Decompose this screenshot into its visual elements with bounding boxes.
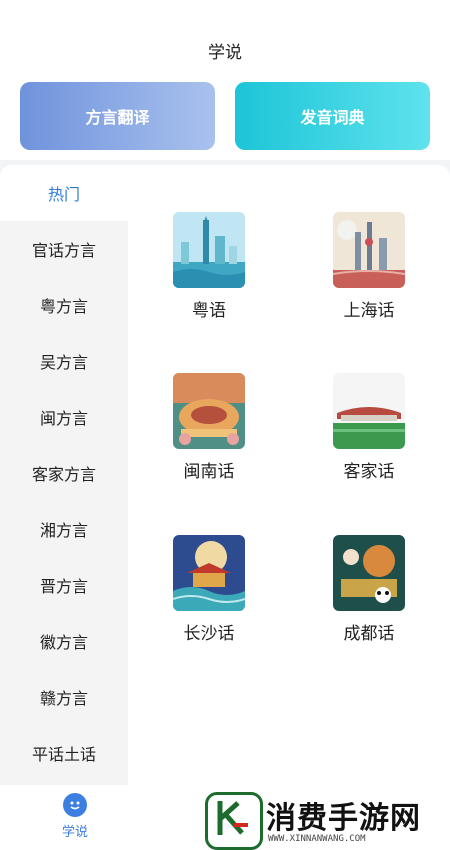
- sidebar-item-jin[interactable]: 晋方言: [0, 557, 128, 613]
- chat-smile-icon: [63, 793, 87, 817]
- dictionary-button-label: 发音词典: [300, 108, 365, 127]
- tulou-image: [173, 373, 245, 449]
- sidebar-item-label: 官话方言: [31, 241, 96, 260]
- sidebar-item-label: 客家方言: [31, 465, 96, 484]
- sidebar-item-label: 赣方言: [39, 689, 88, 708]
- dialect-card-changsha[interactable]: 长沙话: [154, 535, 264, 644]
- watermark-logo-icon: [205, 792, 263, 850]
- sidebar-item-label: 晋方言: [39, 577, 88, 596]
- translate-button[interactable]: 方言翻译: [20, 82, 215, 150]
- dialect-label: 成都话: [343, 624, 395, 644]
- sidebar-item-yue[interactable]: 粤方言: [0, 277, 128, 333]
- dialect-label: 上海话: [343, 301, 395, 321]
- pronunciation-dictionary-button[interactable]: 发音词典: [235, 82, 430, 150]
- dialect-card-chengdu[interactable]: 成都话: [314, 535, 424, 644]
- shanghai-skyline-image: [333, 212, 405, 288]
- tab-learn[interactable]: 学说: [50, 793, 100, 840]
- sidebar-item-label: 热门: [47, 185, 80, 204]
- guangzhou-skyline-image: [173, 212, 245, 288]
- sidebar-item-label: 闽方言: [39, 409, 88, 428]
- page-title: 学说: [208, 43, 242, 63]
- sidebar: 热门 官话方言 粤方言 吴方言 闽方言 客家方言 湘方言 晋方言 徽方言 赣方言…: [0, 165, 128, 785]
- watermark-url: WWW.XINNANWANG.COM: [268, 834, 366, 844]
- sidebar-item-hakka[interactable]: 客家方言: [0, 445, 128, 501]
- sidebar-item-label: 吴方言: [39, 353, 88, 372]
- sidebar-item-label: 湘方言: [39, 521, 88, 540]
- dialect-card-shanghainese[interactable]: 上海话: [314, 212, 424, 321]
- dialect-label: 客家话: [343, 462, 395, 482]
- panda-opera-image: [333, 535, 405, 611]
- tab-label: 学说: [61, 825, 88, 840]
- pavilion-image: [173, 535, 245, 611]
- dialect-card-hakka[interactable]: 客家话: [314, 373, 424, 482]
- dialect-card-minnan[interactable]: 闽南话: [154, 373, 264, 482]
- sidebar-item-wu[interactable]: 吴方言: [0, 333, 128, 389]
- sidebar-item-gan[interactable]: 赣方言: [0, 669, 128, 725]
- sidebar-item-xiang[interactable]: 湘方言: [0, 501, 128, 557]
- sidebar-item-label: 平话土话: [31, 745, 96, 764]
- header: 学说 方言翻译 发音词典: [0, 0, 450, 160]
- dialect-label: 粤语: [192, 301, 226, 321]
- sidebar-item-min[interactable]: 闽方言: [0, 389, 128, 445]
- sidebar-item-mandarin[interactable]: 官话方言: [0, 221, 128, 277]
- watermark-title: 消费手游网: [266, 801, 421, 836]
- sidebar-item-label: 徽方言: [39, 633, 88, 652]
- sidebar-item-hui[interactable]: 徽方言: [0, 613, 128, 669]
- sidebar-item-pinghua[interactable]: 平话土话: [0, 725, 128, 781]
- sidebar-item-label: 粤方言: [39, 297, 88, 316]
- dialect-card-cantonese[interactable]: 粤语: [154, 212, 264, 321]
- sidebar-item-hot[interactable]: 热门: [0, 165, 128, 221]
- content-panel: 热门 官话方言 粤方言 吴方言 闽方言 客家方言 湘方言 晋方言 徽方言 赣方言…: [0, 165, 450, 785]
- dialect-label: 长沙话: [183, 624, 235, 644]
- dialect-label: 闽南话: [183, 462, 235, 482]
- stadium-image: [333, 373, 405, 449]
- translate-button-label: 方言翻译: [85, 108, 150, 127]
